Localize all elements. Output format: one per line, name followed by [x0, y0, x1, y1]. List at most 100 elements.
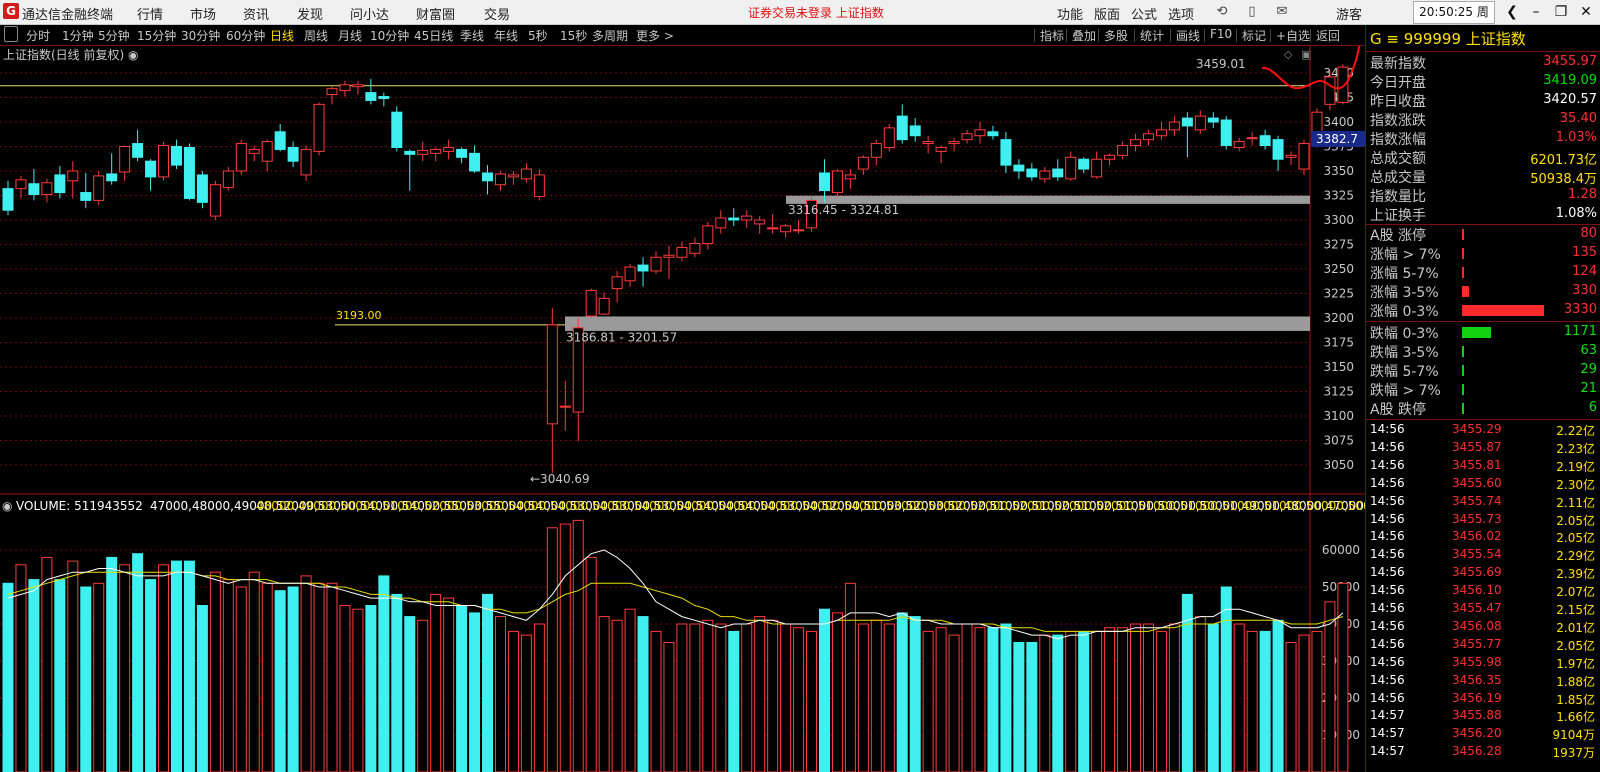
candle-body[interactable] — [287, 146, 299, 162]
menu-item-wealth[interactable]: 财富圈 — [416, 4, 455, 23]
volume-bar[interactable] — [611, 619, 623, 772]
tool-button[interactable]: F10 — [1210, 27, 1232, 41]
user-label[interactable]: 游客 — [1336, 4, 1362, 23]
candle-body[interactable] — [676, 246, 688, 258]
period-tab[interactable]: 15秒 — [560, 27, 587, 44]
candle-body[interactable] — [209, 184, 221, 217]
volume-bar[interactable] — [300, 575, 312, 772]
candle-body[interactable] — [391, 111, 403, 148]
period-tab[interactable]: 分时 — [26, 27, 50, 44]
volume-bar[interactable] — [1285, 642, 1297, 772]
tool-button[interactable]: +自选 — [1276, 27, 1310, 44]
kline-chart[interactable]: 3450342534003375335033253300327532503225… — [0, 46, 1365, 772]
candle-body[interactable] — [663, 254, 675, 258]
candle-body[interactable] — [767, 227, 779, 230]
volume-bar[interactable] — [1220, 586, 1232, 772]
candle-body[interactable] — [300, 148, 312, 176]
period-tab[interactable]: 5秒 — [528, 27, 548, 44]
candle-body[interactable] — [339, 84, 351, 92]
refresh-icon[interactable]: ⟲ — [1210, 2, 1234, 22]
candle-body[interactable] — [754, 219, 766, 225]
volume-bar[interactable] — [1013, 642, 1025, 772]
candle-body[interactable] — [585, 290, 597, 317]
candle-body[interactable] — [1181, 117, 1193, 127]
menu-item-exchange[interactable]: 市场 — [190, 4, 216, 23]
candle-body[interactable] — [1194, 115, 1206, 131]
volume-bar[interactable] — [1298, 634, 1310, 772]
volume-bar[interactable] — [404, 616, 416, 772]
volume-bar[interactable] — [1168, 623, 1180, 772]
candle-body[interactable] — [15, 179, 27, 190]
volume-bar[interactable] — [365, 605, 377, 772]
volume-bar[interactable] — [2, 582, 14, 772]
volume-bar[interactable] — [287, 586, 299, 772]
volume-bar[interactable] — [520, 634, 532, 772]
candle-body[interactable] — [1104, 154, 1116, 160]
candle-body[interactable] — [261, 141, 273, 162]
candle-body[interactable] — [352, 84, 364, 88]
candle-body[interactable] — [857, 156, 869, 170]
menu-formula[interactable]: 公式 — [1131, 4, 1157, 23]
candle-body[interactable] — [196, 174, 208, 203]
candle-body[interactable] — [844, 174, 856, 180]
volume-bar[interactable] — [80, 586, 92, 772]
candle-body[interactable] — [793, 229, 805, 232]
candle-body[interactable] — [507, 174, 519, 178]
candle-body[interactable] — [870, 143, 882, 158]
candle-body[interactable] — [1078, 158, 1090, 170]
candle-body[interactable] — [158, 145, 170, 178]
candle-body[interactable] — [1039, 170, 1051, 180]
candle-body[interactable] — [559, 405, 571, 408]
volume-bar[interactable] — [780, 623, 792, 772]
period-tab[interactable]: 年线 — [494, 27, 518, 44]
volume-bar[interactable] — [119, 564, 131, 772]
back-icon[interactable]: ❮ — [1500, 2, 1524, 22]
volume-bar[interactable] — [54, 579, 66, 772]
volume-bar[interactable] — [1246, 630, 1258, 772]
volume-bar[interactable] — [676, 623, 688, 772]
volume-bar[interactable] — [883, 623, 895, 772]
volume-bar[interactable] — [935, 627, 947, 772]
candle-body[interactable] — [170, 146, 182, 166]
volume-bar[interactable] — [741, 623, 753, 772]
period-tab[interactable]: 15分钟 — [137, 27, 176, 44]
volume-bar[interactable] — [1259, 630, 1271, 772]
candle-body[interactable] — [883, 127, 895, 148]
volume-bar[interactable] — [1207, 623, 1219, 772]
period-tab[interactable]: 10分钟 — [370, 27, 409, 44]
volume-bar[interactable] — [702, 619, 714, 772]
volume-bar[interactable] — [1272, 619, 1284, 772]
volume-bar[interactable] — [689, 623, 701, 772]
candle-body[interactable] — [80, 192, 92, 201]
period-tab[interactable]: 60分钟 — [226, 27, 265, 44]
volume-bar[interactable] — [494, 616, 506, 772]
volume-bar[interactable] — [598, 616, 610, 772]
period-tab[interactable]: 月线 — [338, 27, 362, 44]
volume-bar[interactable] — [533, 623, 545, 772]
volume-bar[interactable] — [1091, 630, 1103, 772]
candle-body[interactable] — [1207, 117, 1219, 123]
volume-bar[interactable] — [793, 627, 805, 772]
menu-options[interactable]: 选项 — [1168, 4, 1194, 23]
candle-body[interactable] — [1130, 139, 1142, 147]
candle-body[interactable] — [119, 146, 131, 173]
period-tab[interactable]: 30分钟 — [181, 27, 220, 44]
tool-button[interactable]: 返回 — [1316, 27, 1340, 44]
candle-body[interactable] — [1052, 168, 1064, 178]
volume-bar[interactable] — [844, 582, 856, 772]
phone-icon[interactable]: ▯ — [1240, 2, 1264, 22]
close-icon[interactable]: ✕ — [1574, 2, 1598, 22]
chart-title-chevron-icon[interactable]: ◉ — [128, 48, 138, 62]
candle-body[interactable] — [935, 146, 947, 152]
candle-body[interactable] — [1246, 137, 1258, 140]
volume-bar[interactable] — [1039, 634, 1051, 772]
candle-body[interactable] — [54, 174, 66, 194]
volume-bar[interactable] — [1142, 623, 1154, 772]
volume-bar[interactable] — [352, 608, 364, 772]
candle-body[interactable] — [443, 146, 455, 152]
volume-bar[interactable] — [806, 630, 818, 772]
volume-bar[interactable] — [974, 627, 986, 772]
menu-item-market[interactable]: 行情 — [137, 4, 163, 23]
candle-body[interactable] — [1285, 154, 1297, 158]
volume-bar[interactable] — [507, 630, 519, 772]
